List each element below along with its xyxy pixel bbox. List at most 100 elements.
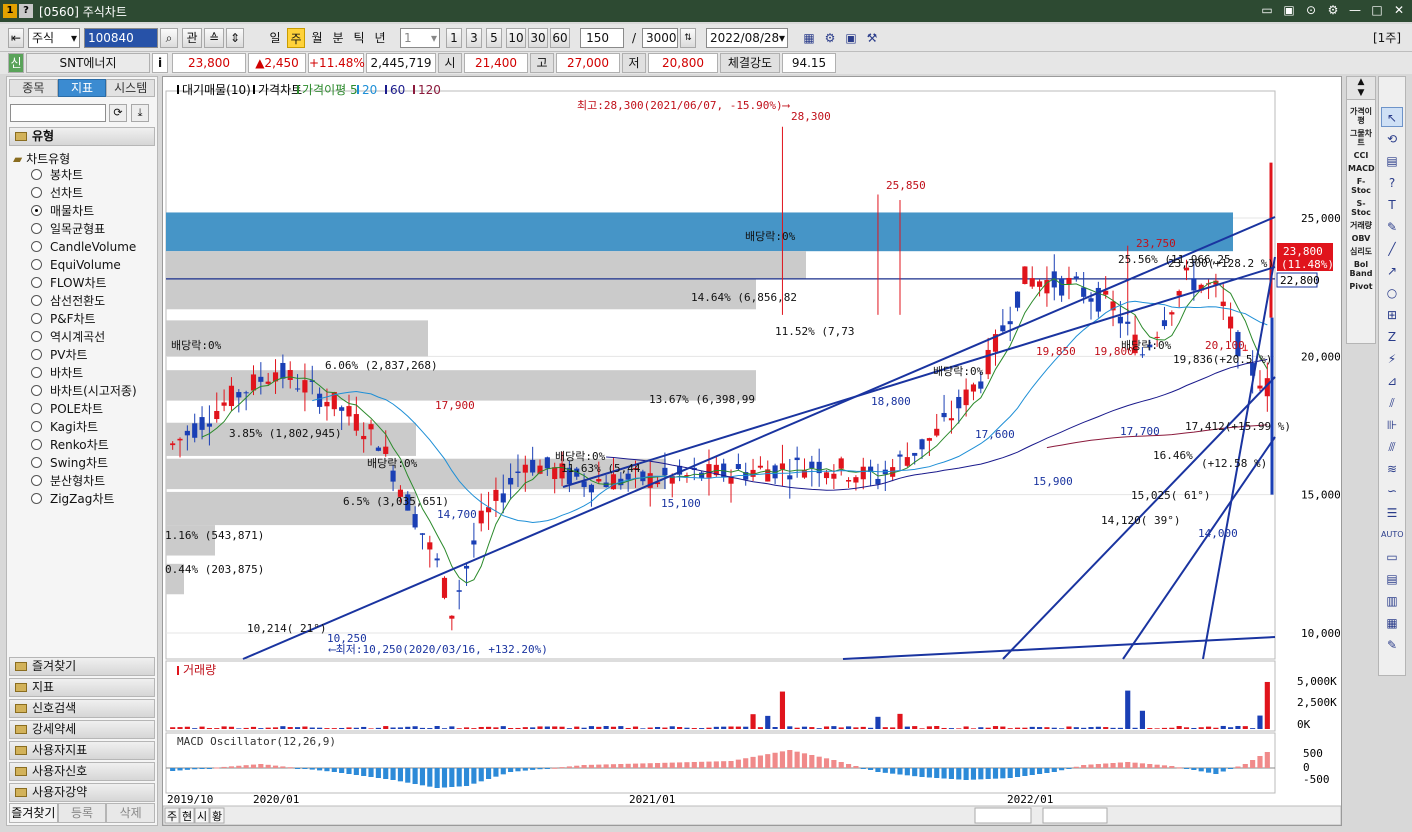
- radio-icon[interactable]: [31, 187, 42, 198]
- chart-type-item[interactable]: 봉차트: [31, 166, 83, 184]
- radio-icon[interactable]: [31, 403, 42, 414]
- save-icon[interactable]: ▣: [842, 28, 860, 48]
- draw-tool-icon[interactable]: ╱: [1381, 239, 1403, 259]
- tree-root-chart-type[interactable]: ▰ 차트유형: [13, 150, 70, 167]
- radio-icon[interactable]: [31, 367, 42, 378]
- chart-type-item[interactable]: POLE차트: [31, 400, 103, 418]
- period-minute[interactable]: 분: [329, 28, 347, 48]
- tab-stock[interactable]: 종목: [9, 79, 58, 97]
- radio-icon[interactable]: [31, 385, 42, 396]
- chart-type-item[interactable]: Swing차트: [31, 454, 108, 472]
- draw-tool-icon[interactable]: ⫻: [1381, 437, 1403, 457]
- favorites-tab[interactable]: 즐겨찾기: [9, 803, 58, 823]
- gwan-button[interactable]: 관: [182, 28, 202, 48]
- radio-icon[interactable]: [31, 295, 42, 306]
- quick-5[interactable]: 5: [486, 28, 502, 48]
- radio-icon[interactable]: [31, 457, 42, 468]
- period-week[interactable]: 주: [287, 28, 305, 48]
- draw-tool-icon[interactable]: ∽: [1381, 481, 1403, 501]
- indicator-button[interactable]: 심리도: [1348, 247, 1374, 256]
- group-type[interactable]: 유형: [9, 127, 155, 146]
- count-stepper-icon[interactable]: ⇅: [680, 28, 696, 48]
- settings-icon[interactable]: ⚙: [821, 28, 839, 48]
- search-icon[interactable]: ⌕: [160, 28, 178, 48]
- chart-type-item[interactable]: 분산형차트: [31, 472, 105, 490]
- draw-tool-icon[interactable]: T: [1381, 195, 1403, 215]
- indicator-search-input[interactable]: [10, 104, 106, 122]
- scroll-buttons[interactable]: ▲ ▼: [1346, 76, 1376, 100]
- indicator-button[interactable]: F-Stoc: [1348, 177, 1374, 195]
- window-link-icon[interactable]: ▭: [1260, 3, 1274, 17]
- info-icon[interactable]: i: [152, 53, 168, 73]
- indicator-button[interactable]: 거래량: [1348, 221, 1374, 230]
- draw-tool-icon[interactable]: ▥: [1381, 591, 1403, 611]
- download-icon[interactable]: ⤓: [131, 104, 149, 122]
- draw-tool-icon[interactable]: ⟲: [1381, 129, 1403, 149]
- group-0[interactable]: 즐겨찾기: [9, 657, 155, 676]
- indicator-button[interactable]: 그물차트: [1348, 129, 1374, 147]
- indicator-button[interactable]: 가격이평: [1348, 107, 1374, 125]
- quick-30[interactable]: 30: [528, 28, 548, 48]
- chart-type-item[interactable]: 바차트(시고저종): [31, 382, 137, 400]
- chart-type-item[interactable]: 바차트: [31, 364, 83, 382]
- total-input[interactable]: 3000: [642, 28, 678, 48]
- register-button[interactable]: 등록: [57, 803, 107, 823]
- radio-icon[interactable]: [31, 475, 42, 486]
- draw-tool-icon[interactable]: ?: [1381, 173, 1403, 193]
- draw-tool-icon[interactable]: ⫽: [1381, 393, 1403, 413]
- quick-1[interactable]: 1: [446, 28, 462, 48]
- window-capture-icon[interactable]: ⊙: [1304, 3, 1318, 17]
- indicator-button[interactable]: S-Stoc: [1348, 199, 1374, 217]
- indicator-button[interactable]: CCI: [1348, 151, 1374, 160]
- period-year[interactable]: 년: [371, 28, 389, 48]
- tools-icon[interactable]: ⚒: [863, 28, 881, 48]
- radio-icon[interactable]: [31, 277, 42, 288]
- chart-area[interactable]: 25,000 20,000 15,000 10,000 대기매물(10) 가격차트 가격이평…: [162, 76, 1342, 826]
- draw-tool-icon[interactable]: ✎: [1381, 217, 1403, 237]
- window-number-badge[interactable]: 1: [3, 4, 17, 18]
- close-icon[interactable]: ✕: [1392, 3, 1406, 17]
- stock-name[interactable]: SNT에너지: [26, 53, 150, 73]
- tab-indicator[interactable]: 지표: [57, 79, 107, 97]
- chart-type-item[interactable]: 매물차트: [31, 202, 94, 220]
- sort-icon[interactable]: ≙: [204, 28, 224, 48]
- radio-icon[interactable]: [31, 349, 42, 360]
- first-icon[interactable]: ⇤: [8, 28, 24, 48]
- draw-tool-icon[interactable]: Z: [1381, 327, 1403, 347]
- indicator-button[interactable]: OBV: [1348, 234, 1374, 243]
- chart-type-item[interactable]: Renko차트: [31, 436, 109, 454]
- window-save-icon[interactable]: ▣: [1282, 3, 1296, 17]
- maximize-icon[interactable]: □: [1370, 3, 1384, 17]
- interval-select[interactable]: 1 ▾: [400, 28, 440, 48]
- radio-icon[interactable]: [31, 493, 42, 504]
- date-input[interactable]: 2022/08/28 ▾: [706, 28, 788, 48]
- radio-icon[interactable]: [31, 241, 42, 252]
- chart-type-item[interactable]: EquiVolume: [31, 256, 121, 274]
- chart-type-item[interactable]: 선차트: [31, 184, 83, 202]
- refresh-icon[interactable]: ⟳: [109, 104, 127, 122]
- draw-tool-icon[interactable]: ▦: [1381, 613, 1403, 633]
- layout-icon[interactable]: ▦: [800, 28, 818, 48]
- chart-type-item[interactable]: P&F차트: [31, 310, 96, 328]
- draw-tool-icon[interactable]: ↖: [1381, 107, 1403, 127]
- chart-type-item[interactable]: PV차트: [31, 346, 88, 364]
- chart-type-item[interactable]: FLOW차트: [31, 274, 107, 292]
- count-input[interactable]: 150: [580, 28, 624, 48]
- draw-tool-icon[interactable]: ⚡: [1381, 349, 1403, 369]
- group-2[interactable]: 신호검색: [9, 699, 155, 718]
- radio-icon[interactable]: [31, 421, 42, 432]
- group-4[interactable]: 사용자지표: [9, 741, 155, 760]
- draw-tool-icon[interactable]: AUTO: [1381, 525, 1404, 545]
- draw-tool-icon[interactable]: ↗: [1381, 261, 1403, 281]
- draw-tool-icon[interactable]: ✎: [1381, 635, 1403, 655]
- draw-tool-icon[interactable]: ⊿: [1381, 371, 1403, 391]
- indicator-button[interactable]: Bol Band: [1348, 260, 1374, 278]
- group-1[interactable]: 지표: [9, 678, 155, 697]
- draw-tool-icon[interactable]: ▭: [1381, 547, 1403, 567]
- draw-tool-icon[interactable]: ▤: [1381, 569, 1403, 589]
- quick-3[interactable]: 3: [466, 28, 482, 48]
- group-6[interactable]: 사용자강약: [9, 783, 155, 802]
- radio-icon[interactable]: [31, 259, 42, 270]
- period-tick[interactable]: 틱: [350, 28, 368, 48]
- minimize-icon[interactable]: —: [1348, 3, 1362, 17]
